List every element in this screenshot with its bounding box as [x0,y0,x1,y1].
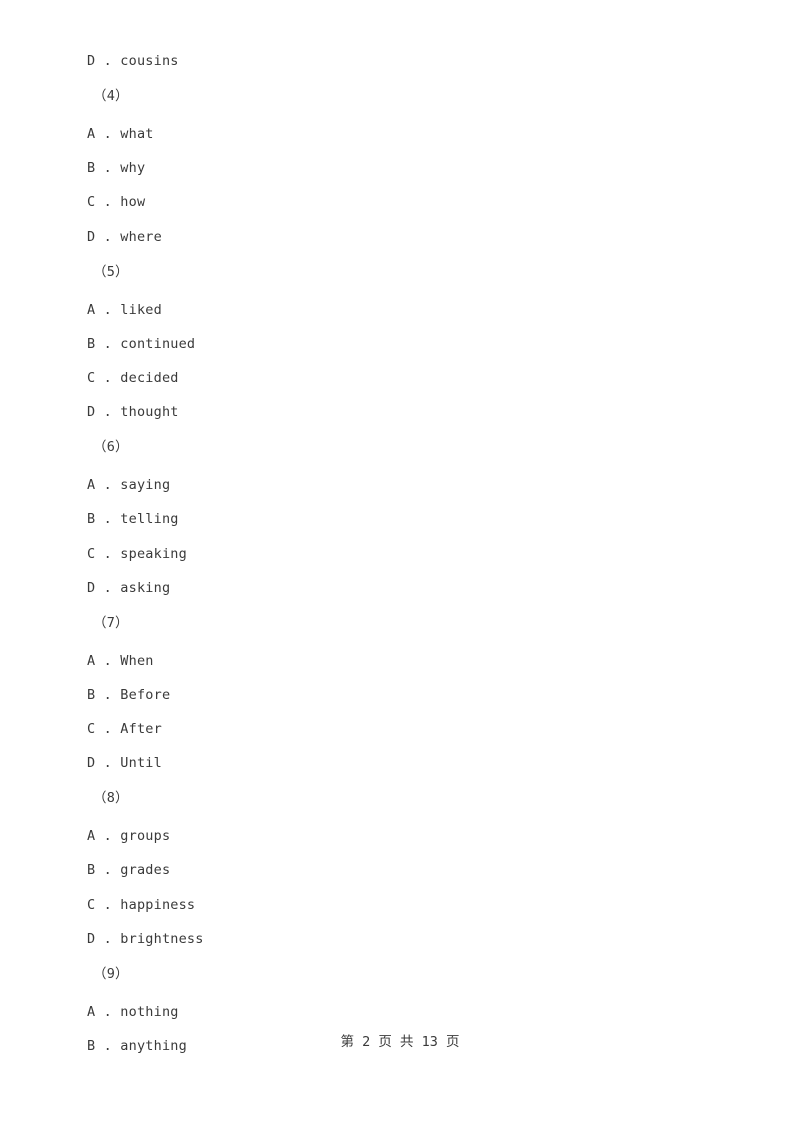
question-number-label: （6） [93,439,129,456]
option-line: C . After [87,721,162,738]
question-number-label: （7） [93,614,129,631]
page-footer: 第 2 页 共 13 页 [340,1034,460,1050]
document-page: D . cousins （4） A . what B . why C . how… [0,0,800,1132]
question-number-label: （8） [93,790,129,807]
question-number-label: （4） [93,88,129,105]
option-line: D . cousins [87,53,179,69]
option-line: A . what [87,126,154,143]
option-line: A . saying [87,477,171,494]
option-line: B . telling [87,511,179,528]
option-line: D . thought [87,404,179,421]
option-line: B . why [87,160,146,177]
option-line: C . happiness [87,896,196,913]
option-line: D . Until [87,755,162,772]
question-number-label: （9） [93,966,129,982]
option-line: D . asking [87,579,171,596]
question-number-label: （5） [93,263,129,280]
option-line: A . groups [87,828,171,845]
option-line: A . nothing [87,1004,179,1020]
option-line: A . liked [87,301,162,318]
option-line: A . When [87,652,154,669]
option-line: C . speaking [87,545,187,562]
option-line: B . continued [87,335,196,352]
option-line: C . decided [87,369,179,386]
option-line: C . how [87,194,146,211]
option-line: D . brightness [87,930,204,947]
option-line: B . grades [87,862,171,879]
option-line: D . where [87,228,162,245]
option-line: B . Before [87,686,171,703]
question-options-container: D . cousins （4） A . what B . why C . how… [87,44,747,1063]
